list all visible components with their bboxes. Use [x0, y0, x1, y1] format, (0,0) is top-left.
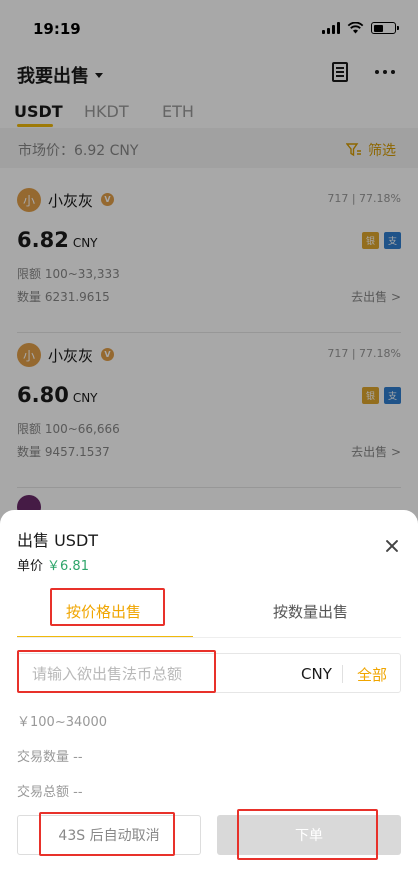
currency-label: CNY	[301, 665, 332, 683]
close-icon[interactable]	[382, 536, 402, 556]
unit-price-value: ￥6.81	[47, 559, 89, 574]
unit-price-label: 单价	[17, 559, 44, 574]
all-button[interactable]: 全部	[357, 664, 387, 685]
amount-range: ￥100~34000	[17, 715, 108, 730]
trade-total: 交易总额 --	[17, 785, 83, 800]
divider	[342, 665, 343, 683]
divider	[17, 637, 401, 638]
annotation-box	[17, 650, 216, 693]
trade-quantity: 交易数量 --	[17, 750, 83, 765]
unit-price: 单价 ￥6.81	[17, 555, 89, 574]
annotation-box	[237, 809, 378, 860]
tab-sell-by-quantity[interactable]: 按数量出售	[273, 601, 348, 622]
annotation-box	[39, 812, 175, 856]
sheet-title: 出售 USDT	[17, 531, 99, 550]
annotation-box	[50, 588, 165, 626]
